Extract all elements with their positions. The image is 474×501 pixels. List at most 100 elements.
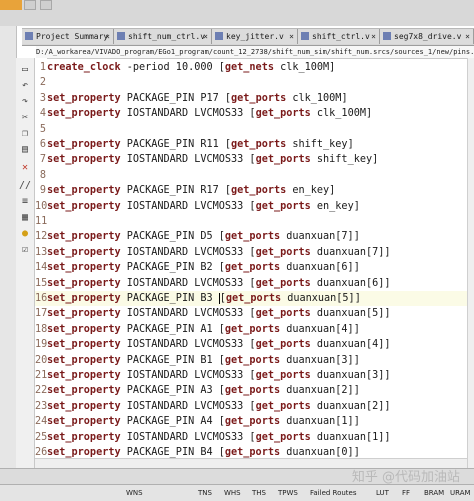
code-editor[interactable]: 1create_clock -period 10.000 [get_nets c… [35,58,467,458]
code-line[interactable]: 13set_property IOSTANDARD LVCMOS33 [get_… [35,245,467,260]
code-line[interactable]: 15set_property IOSTANDARD LVCMOS33 [get_… [35,276,467,291]
close-icon[interactable]: × [371,29,376,44]
line-number: 25 [35,431,48,443]
argument-token: duanxuan[6] [310,277,385,289]
file-icon[interactable]: ▭ [19,64,31,76]
code-line[interactable]: 11 [35,214,467,229]
code-line[interactable]: 21set_property IOSTANDARD LVCMOS33 [get_… [35,368,467,383]
delete-icon[interactable]: ✕ [19,162,31,174]
code-line[interactable]: 8 [35,168,467,183]
line-number: 17 [35,308,48,320]
checklist-icon[interactable]: ☑ [19,244,31,256]
code-text: PACKAGE_PIN B3 [120,293,219,304]
code-text: PACKAGE_PIN D5 [120,231,219,243]
command-token: set_property [47,400,121,412]
code-line[interactable]: 22set_property PACKAGE_PIN A3 [get_ports… [35,383,467,398]
code-line[interactable]: 1create_clock -period 10.000 [get_nets c… [35,60,467,75]
template-icon[interactable]: ▦ [19,212,31,224]
code-line[interactable]: 20set_property PACKAGE_PIN B1 [get_ports… [35,353,467,368]
keyword-token: get_ports [255,277,311,289]
line-number: 11 [35,216,48,227]
code-text: PACKAGE_PIN A3 [120,385,219,397]
keyword-token: get_ports [255,370,311,381]
command-token: set_property [47,92,121,104]
tab-key-jitter[interactable]: key_jitter.v × [212,29,298,44]
tab-seg7x8-drive[interactable]: seg7x8_drive.v × [380,29,474,44]
code-text: IOSTANDARD LVCMOS33 [120,200,250,212]
close-icon[interactable]: × [203,29,208,44]
line-number: 10 [35,200,48,212]
tab-shift-num-ctrl[interactable]: shift_num_ctrl.v × [114,29,212,44]
code-line[interactable]: 2 [35,75,467,90]
command-token: set_property [47,293,121,304]
code-line[interactable]: 17set_property IOSTANDARD LVCMOS33 [get_… [35,306,467,321]
top-button-2[interactable] [40,0,52,10]
status-lut: LUT [376,489,389,497]
code-line[interactable]: 23set_property IOSTANDARD LVCMOS33 [get_… [35,399,467,414]
bracket-close: ] [384,246,391,258]
copy-icon[interactable]: ❐ [19,128,31,140]
argument-token: duanxuan[4] [280,323,354,335]
tab-project-summary[interactable]: Project Summary × [22,29,114,44]
code-line[interactable]: 9set_property PACKAGE_PIN R17 [get_ports… [35,183,467,198]
line-number: 12 [35,231,48,243]
command-token: set_property [47,416,121,428]
code-line[interactable]: 18set_property PACKAGE_PIN A1 [get_ports… [35,322,467,337]
bracket-close: ] [329,62,336,73]
code-text: IOSTANDARD LVCMOS33 [120,154,250,166]
argument-token: duanxuan[7] [280,231,354,243]
bracket-close: ] [353,323,360,335]
verilog-file-icon [215,32,223,40]
argument-token: duanxuan[7] [310,246,385,258]
argument-token: en_key [310,200,354,212]
close-icon[interactable]: × [105,29,110,44]
code-line[interactable]: 6set_property PACKAGE_PIN R11 [get_ports… [35,137,467,152]
line-number: 16 [35,293,48,304]
bracket-close: ] [384,339,391,351]
command-token: set_property [47,339,121,351]
top-button-1[interactable] [24,0,36,10]
code-line[interactable]: 10set_property IOSTANDARD LVCMOS33 [get_… [35,199,467,214]
code-line[interactable]: 19set_property IOSTANDARD LVCMOS33 [get_… [35,337,467,352]
code-text: IOSTANDARD LVCMOS33 [120,431,250,443]
code-line[interactable]: 12set_property PACKAGE_PIN D5 [get_ports… [35,229,467,244]
code-line[interactable]: 4set_property IOSTANDARD LVCMOS33 [get_p… [35,106,467,121]
code-line[interactable]: 7set_property IOSTANDARD LVCMOS33 [get_p… [35,152,467,167]
argument-token: duanxuan[1] [280,416,354,428]
paste-icon[interactable]: ▤ [19,144,31,156]
code-line[interactable]: 14set_property PACKAGE_PIN B2 [get_ports… [35,260,467,275]
code-line[interactable]: 25set_property IOSTANDARD LVCMOS33 [get_… [35,430,467,445]
close-icon[interactable]: × [465,29,470,44]
argument-token: shift_key [310,154,373,166]
vertical-scrollbar[interactable] [467,58,474,468]
bulb-icon[interactable]: ● [19,228,31,240]
code-line[interactable]: 26set_property PACKAGE_PIN B4 [get_ports… [35,445,467,458]
code-text: PACKAGE_PIN A4 [120,416,219,428]
code-line[interactable]: 3set_property PACKAGE_PIN P17 [get_ports… [35,91,467,106]
code-text: IOSTANDARD LVCMOS33 [120,370,250,381]
keyword-token: get_ports [224,323,281,335]
bracket-close: ] [384,370,391,381]
code-line[interactable]: 16set_property PACKAGE_PIN B3 [get_ports… [35,291,467,306]
undo-icon[interactable]: ↶ [19,80,31,92]
command-token: set_property [47,185,121,197]
command-token: set_property [47,370,121,381]
keyword-token: get_ports [255,339,311,351]
close-icon[interactable]: × [289,29,294,44]
code-line[interactable]: 5 [35,122,467,137]
status-tpws: TPWS [278,489,298,497]
comment-icon[interactable]: // [19,180,31,192]
cut-icon[interactable]: ✂ [19,112,31,124]
redo-icon[interactable]: ↷ [19,96,31,108]
code-line[interactable]: 24set_property PACKAGE_PIN A4 [get_ports… [35,414,467,429]
keyword-token: get_ports [255,308,311,320]
indent-icon[interactable]: ≡ [19,196,31,208]
keyword-token: get_ports [225,293,282,304]
bracket-close: ] [384,277,391,289]
bracket-close: ] [353,231,360,243]
bracket-close: ] [384,400,391,412]
code-text: -period 10.000 [120,62,219,73]
tab-shift-ctrl[interactable]: shift_ctrl.v × [298,29,380,44]
left-side-strip [0,26,17,468]
keyword-token: get_ports [255,431,311,443]
